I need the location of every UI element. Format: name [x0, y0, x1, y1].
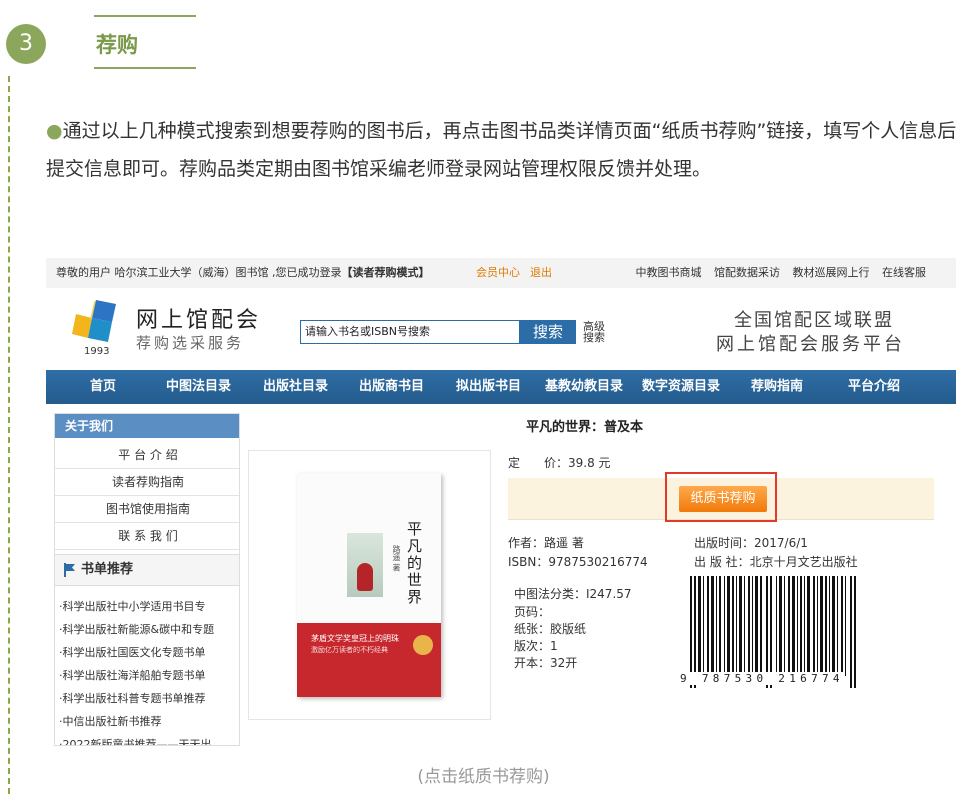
nav-forthcoming-catalog[interactable]: 拟出版书目 — [456, 370, 521, 404]
nav-publisher-catalog[interactable]: 出版社目录 — [263, 370, 328, 404]
bullet-icon: ● — [46, 120, 63, 142]
top-bar: 尊敬的用户 哈尔滨工业大学（威海）图书馆 ,您已成功登录【读者荐购模式】 会员中… — [46, 258, 956, 288]
book-price: 定 价：39.8 元 — [508, 456, 611, 470]
site-header: 1993 网上馆配会 荐购选采服务 请输入书名或ISBN号搜索 搜索 高级搜索 … — [46, 288, 956, 370]
top-links: 中教图书商城 馆配数据采访 教材巡展网上行 在线客服 — [627, 258, 927, 288]
nav-k12-catalog[interactable]: 基教幼教目录 — [545, 370, 623, 404]
top-link-online-service[interactable]: 在线客服 — [882, 266, 926, 279]
sidebar-link-contact[interactable]: 联 系 我 们 — [55, 523, 239, 550]
step-title: 荐购 — [96, 33, 138, 57]
logo-year: 1993 — [84, 346, 110, 357]
instruction-paragraph: ●通过以上几种模式搜索到想要荐购的图书后，再点击图书品类详情页面“纸质书荐购”链… — [46, 112, 961, 188]
book-format: 开本：32开 — [514, 656, 578, 670]
book-paper: 纸张：胶版纸 — [514, 622, 587, 636]
book-list-item[interactable]: ·中信出版社新书推荐 — [59, 713, 239, 729]
brand-name: 网上馆配会 — [136, 308, 262, 333]
book-author: 作者：路遥 著 — [508, 536, 584, 550]
about-us-heading: 关于我们 — [55, 414, 239, 438]
search-input[interactable]: 请输入书名或ISBN号搜索 — [300, 320, 520, 344]
book-pub-date: 出版时间：2017/6/1 — [694, 536, 808, 550]
nav-digital-catalog[interactable]: 数字资源目录 — [642, 370, 720, 404]
step-timeline-line — [8, 76, 10, 794]
sidebar-link-library-guide[interactable]: 图书馆使用指南 — [55, 496, 239, 523]
nav-home[interactable]: 首页 — [90, 370, 116, 404]
step-number-badge: 3 — [6, 24, 46, 64]
cover-author: 路遥 著 — [392, 545, 401, 572]
main-nav: 首页 中图法目录 出版社目录 出版商书目 拟出版书目 基教幼教目录 数字资源目录… — [46, 370, 956, 404]
logout-link[interactable]: 退出 — [530, 258, 552, 288]
top-link-data-collection[interactable]: 馆配数据采访 — [714, 266, 780, 279]
cover-stamp — [413, 635, 433, 655]
member-center-link[interactable]: 会员中心 — [476, 258, 520, 288]
step-heading: 荐购 — [94, 15, 196, 69]
figure-caption: (点击纸质书荐购) — [417, 767, 550, 787]
top-link-bookstore[interactable]: 中教图书商城 — [636, 266, 702, 279]
top-link-textbook-expo[interactable]: 教材巡展网上行 — [793, 266, 870, 279]
site-logo-icon[interactable] — [72, 298, 122, 344]
nav-vendor-catalog[interactable]: 出版商书目 — [359, 370, 424, 404]
cover-slogan: 茅盾文学奖皇冠上的明珠 — [311, 634, 399, 643]
paper-book-recommend-button[interactable]: 纸质书荐购 — [679, 486, 767, 512]
book-list-heading: 书单推荐 — [55, 554, 239, 586]
sidebar-link-platform-intro[interactable]: 平 台 介 绍 — [55, 442, 239, 469]
instruction-text: 通过以上几种模式搜索到想要荐购的图书后，再点击图书品类详情页面“纸质书荐购”链接… — [46, 120, 957, 180]
sidebar: 关于我们 平 台 介 绍 读者荐购指南 图书馆使用指南 联 系 我 们 书单推荐… — [54, 413, 240, 746]
flag-icon — [64, 563, 75, 577]
book-list-item[interactable]: ·科学出版社海洋船舶专题书单 — [59, 667, 239, 683]
alliance-subtitle: 网上馆配会服务平台 — [716, 334, 905, 355]
nav-clc-catalog[interactable]: 中图法目录 — [166, 370, 231, 404]
brand-tagline: 荐购选采服务 — [136, 334, 245, 352]
book-list-item[interactable]: ·2022新版童书推荐——天天出 — [59, 736, 239, 745]
book-list-item[interactable]: ·科学出版社科普专题书单推荐 — [59, 690, 239, 706]
book-isbn: ISBN：9787530216774 — [508, 555, 648, 569]
book-cover-image: 平凡的世界 路遥 著 茅盾文学奖皇冠上的明珠 激励亿万读者的不朽经典 — [297, 473, 441, 697]
welcome-text: 尊敬的用户 哈尔滨工业大学（威海）图书馆 ,您已成功登录【读者荐购模式】 — [56, 266, 430, 279]
website-screenshot: 尊敬的用户 哈尔滨工业大学（威海）图书馆 ,您已成功登录【读者荐购模式】 会员中… — [46, 258, 956, 746]
book-cover-frame: 平凡的世界 路遥 著 茅盾文学奖皇冠上的明珠 激励亿万读者的不朽经典 — [248, 450, 491, 720]
barcode-digits: 9 787530 216774 — [680, 672, 844, 685]
cover-title: 平凡的世界 — [407, 520, 423, 606]
nav-platform-intro[interactable]: 平台介绍 — [848, 370, 900, 404]
book-list-item[interactable]: ·科学出版社国医文化专题书单 — [59, 644, 239, 660]
cover-subtitle: 激励亿万读者的不朽经典 — [311, 646, 388, 654]
book-list-item[interactable]: ·科学出版社新能源&碳中和专题 — [59, 621, 239, 637]
book-edition: 版次：1 — [514, 639, 558, 653]
nav-recommend-guide[interactable]: 荐购指南 — [751, 370, 803, 404]
advanced-search-link[interactable]: 高级搜索 — [583, 321, 611, 343]
book-pages: 页码： — [514, 605, 551, 619]
alliance-title: 全国馆配区域联盟 — [734, 310, 894, 331]
sidebar-link-reader-guide[interactable]: 读者荐购指南 — [55, 469, 239, 496]
book-publisher: 出 版 社：北京十月文艺出版社 — [694, 555, 858, 569]
book-list-item[interactable]: ·科学出版社中小学适用书目专 — [59, 598, 239, 614]
search-button[interactable]: 搜索 — [520, 320, 576, 344]
book-clc: 中图法分类：I247.57 — [514, 587, 632, 601]
reader-mode-label: 【读者荐购模式】 — [341, 266, 430, 279]
book-title: 平凡的世界：普及本 — [526, 420, 644, 435]
